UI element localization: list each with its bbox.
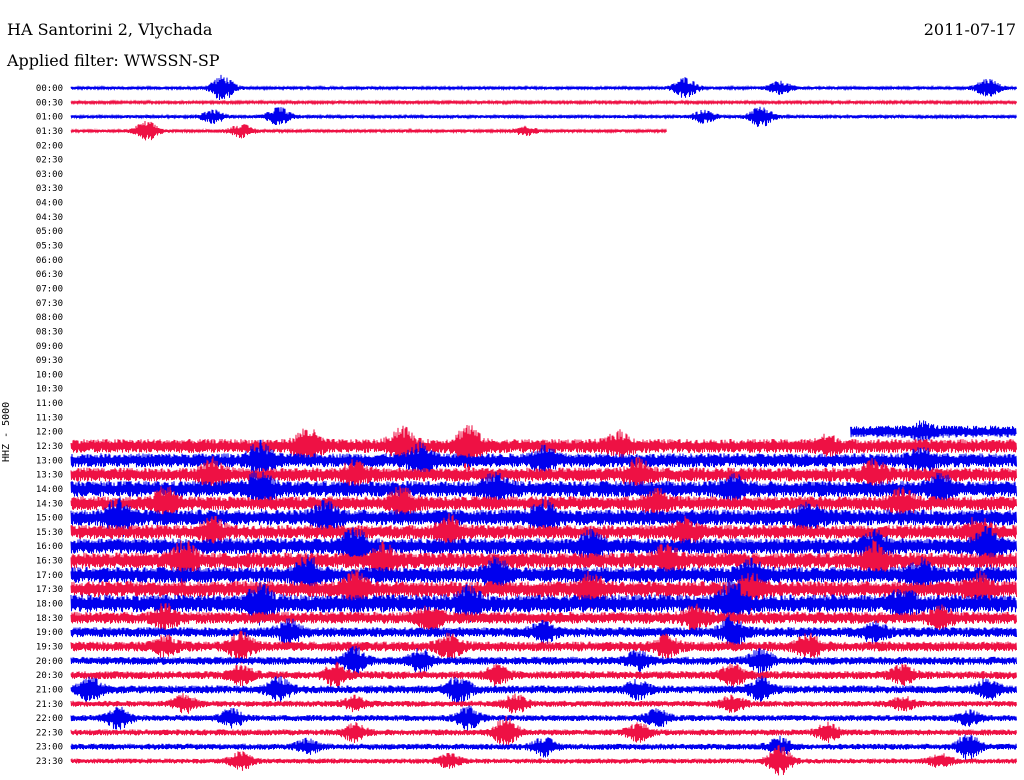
row-time-label: 13:30: [36, 471, 63, 481]
row-time-label: 08:00: [36, 313, 63, 323]
row-time-label: 18:00: [36, 600, 63, 610]
row-time-label: 17:30: [36, 585, 63, 595]
row-time-label: 21:30: [36, 700, 63, 710]
row-time-label: 04:00: [36, 199, 63, 209]
row-time-label: 07:00: [36, 285, 63, 295]
row-time-label: 01:00: [36, 113, 63, 123]
row-time-label: 06:30: [36, 270, 63, 280]
row-time-label: 05:30: [36, 242, 63, 252]
trace-0100: [70, 106, 1017, 127]
row-time-label: 04:30: [36, 213, 63, 223]
row-time-label: 23:30: [36, 757, 63, 767]
row-time-label: 20:30: [36, 671, 63, 681]
row-time-label: 21:00: [36, 685, 63, 695]
row-time-label: 22:30: [36, 728, 63, 738]
row-time-label: 23:00: [36, 743, 63, 753]
row-time-label: 14:00: [36, 485, 63, 495]
row-time-label: 14:30: [36, 499, 63, 509]
row-time-label: 19:30: [36, 643, 63, 653]
row-time-label: 09:30: [36, 356, 63, 366]
trace-2100: [70, 675, 1017, 704]
row-time-label: 16:00: [36, 542, 63, 552]
helicorder-chart: 00:00 00:30 01:00 01:30 02:00 02:30 03:00 03:30…: [36, 74, 1017, 776]
row-time-label: 12:30: [36, 442, 63, 452]
trace-2200: [70, 705, 1017, 731]
row-time-label: 16:30: [36, 557, 63, 567]
row-time-label: 03:00: [36, 170, 63, 180]
trace-0030: [70, 99, 1017, 106]
row-time-label: 15:30: [36, 528, 63, 538]
row-time-label: 19:00: [36, 628, 63, 638]
row-time-label: 12:00: [36, 428, 63, 438]
row-time-label: 13:00: [36, 456, 63, 466]
trace-2130: [70, 693, 1017, 714]
row-time-label: 11:00: [36, 399, 63, 409]
trace-1200: [850, 420, 1017, 444]
trace-0000: [70, 74, 1017, 101]
row-time-label: 11:30: [36, 413, 63, 423]
row-time-label: 00:00: [36, 84, 63, 94]
row-time-label: 01:30: [36, 127, 63, 137]
row-time-label: 20:00: [36, 657, 63, 667]
row-time-label: 10:30: [36, 385, 63, 395]
row-time-label: 08:30: [36, 327, 63, 337]
row-time-label: 07:30: [36, 299, 63, 309]
row-time-label: 05:00: [36, 227, 63, 237]
row-time-label: 06:00: [36, 256, 63, 266]
row-time-label: 22:00: [36, 714, 63, 724]
row-time-label: 02:30: [36, 156, 63, 166]
trace-2030: [70, 661, 1017, 688]
trace-0130: [70, 120, 667, 141]
row-time-label: 15:00: [36, 514, 63, 524]
row-time-label: 03:30: [36, 184, 63, 194]
row-time-label: 00:30: [36, 98, 63, 108]
row-time-label: 18:30: [36, 614, 63, 624]
trace-2300: [70, 734, 1017, 761]
row-time-label: 09:00: [36, 342, 63, 352]
row-time-label: 17:00: [36, 571, 63, 581]
row-time-label: 10:00: [36, 370, 63, 380]
row-time-label: 02:00: [36, 141, 63, 151]
